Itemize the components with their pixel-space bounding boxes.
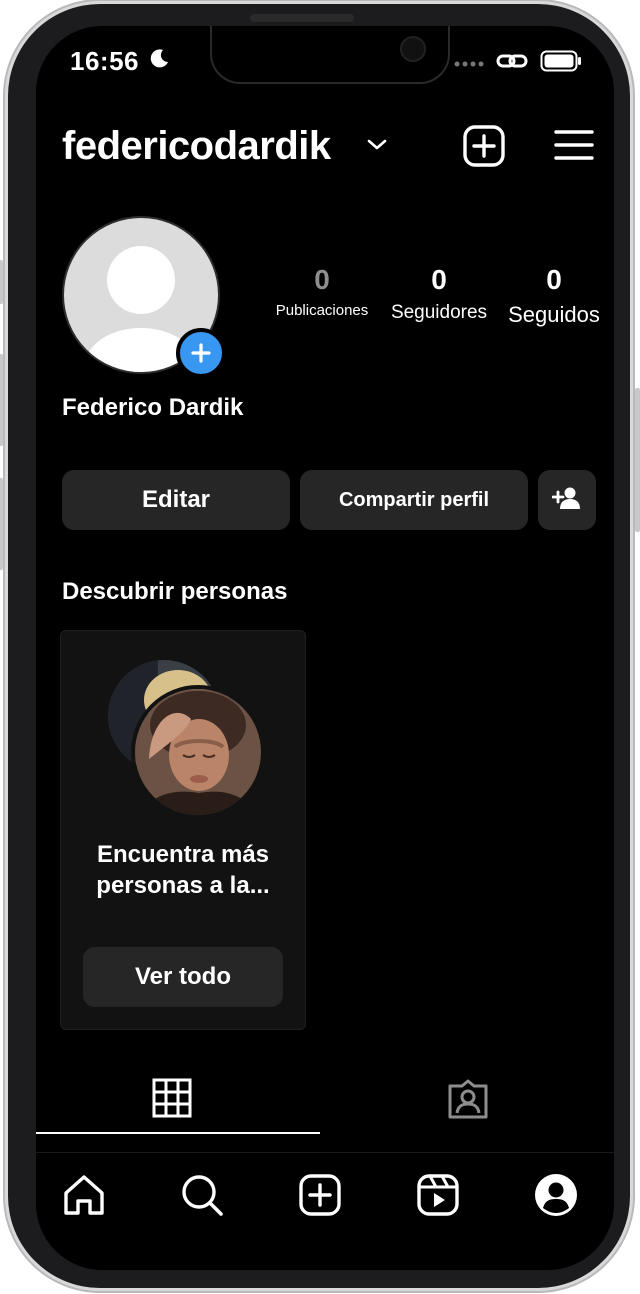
stat-following-value: 0 bbox=[546, 264, 562, 295]
hamburger-menu-icon[interactable] bbox=[554, 128, 594, 167]
profile-header: federicodardik bbox=[36, 124, 614, 174]
stat-posts[interactable]: 0 Publicaciones bbox=[262, 264, 382, 319]
volume-up-button bbox=[0, 354, 3, 446]
discover-people-title: Descubrir personas bbox=[62, 578, 288, 605]
discover-card-line-2: personas a la... bbox=[96, 872, 270, 899]
suggested-avatars bbox=[105, 657, 265, 819]
stat-followers-label: Seguidores bbox=[390, 302, 488, 323]
screen: 16:56 federicodardik 0 Publicaciones 0 S… bbox=[36, 26, 614, 1270]
volume-down-button bbox=[0, 478, 3, 570]
status-bar: 16:56 bbox=[36, 46, 614, 76]
speaker-grille bbox=[250, 14, 354, 22]
status-indicators bbox=[454, 50, 582, 77]
status-time: 16:56 bbox=[70, 46, 139, 76]
display-name: Federico Dardik bbox=[62, 394, 244, 421]
add-story-badge[interactable] bbox=[176, 328, 226, 378]
create-post-icon[interactable] bbox=[462, 124, 506, 173]
suggested-avatar-2[interactable] bbox=[131, 685, 265, 819]
stat-followers[interactable]: 0 Seguidores bbox=[382, 264, 496, 324]
username-switcher[interactable]: federicodardik bbox=[62, 124, 331, 169]
stat-followers-value: 0 bbox=[431, 264, 447, 295]
tagged-icon[interactable] bbox=[446, 1078, 490, 1125]
chevron-down-icon[interactable] bbox=[366, 138, 388, 157]
link-icon bbox=[496, 50, 528, 77]
home-icon[interactable] bbox=[62, 1173, 106, 1222]
search-icon[interactable] bbox=[180, 1173, 224, 1222]
add-person-icon bbox=[551, 486, 582, 515]
profile-tabs bbox=[36, 1068, 614, 1138]
edit-profile-button[interactable]: Editar bbox=[62, 470, 290, 530]
stat-posts-value: 0 bbox=[314, 264, 330, 295]
signal-dots-icon bbox=[454, 55, 484, 73]
create-icon[interactable] bbox=[298, 1173, 342, 1222]
reels-icon[interactable] bbox=[416, 1173, 460, 1222]
phone-frame: 16:56 federicodardik 0 Publicaciones 0 S… bbox=[0, 4, 640, 1288]
discover-card-line-1: Encuentra más bbox=[96, 841, 270, 868]
stat-following[interactable]: 0 Seguidos bbox=[498, 264, 610, 328]
profile-icon[interactable] bbox=[534, 1173, 578, 1222]
discover-card-text: Encuentra más personas a la... bbox=[61, 839, 305, 901]
discover-card: Encuentra más personas a la... Ver todo bbox=[60, 630, 306, 1030]
stat-following-label: Seguidos bbox=[508, 302, 600, 327]
bottom-navigation bbox=[36, 1152, 614, 1243]
grid-icon[interactable] bbox=[152, 1078, 192, 1123]
see-all-button[interactable]: Ver todo bbox=[83, 947, 283, 1007]
active-tab-indicator bbox=[36, 1132, 320, 1134]
discover-people-button[interactable] bbox=[538, 470, 596, 530]
profile-avatar[interactable] bbox=[62, 216, 226, 378]
battery-icon bbox=[540, 50, 582, 77]
mute-switch bbox=[0, 260, 3, 304]
moon-icon bbox=[148, 48, 170, 75]
stat-posts-label: Publicaciones bbox=[275, 302, 369, 319]
share-profile-button[interactable]: Compartir perfil bbox=[300, 470, 528, 530]
power-button bbox=[635, 388, 640, 532]
